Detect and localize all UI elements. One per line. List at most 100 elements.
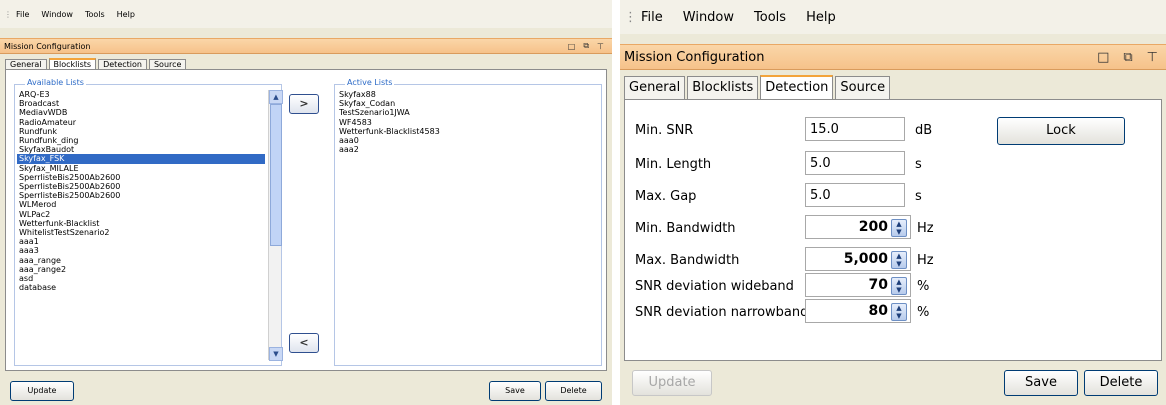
active-list-item[interactable]: aaa2 bbox=[337, 145, 587, 154]
available-list-item[interactable]: SperrlisteBis2500Ab2600 bbox=[17, 191, 265, 200]
snr-dev-narrowband-label: SNR deviation narrowband bbox=[635, 305, 809, 320]
available-list-item[interactable]: Skyfax_FSK bbox=[17, 154, 265, 164]
available-list-item[interactable]: asd bbox=[17, 274, 265, 283]
min-snr-field[interactable]: 15.0 bbox=[805, 117, 905, 141]
available-list-item[interactable]: SperrlisteBis2500Ab2600 bbox=[17, 182, 265, 191]
spinner-arrows-icon[interactable]: ▲ ▼ bbox=[891, 303, 907, 321]
scroll-up-icon[interactable]: ▲ bbox=[269, 90, 283, 104]
save-label: Save bbox=[1025, 375, 1057, 390]
pin-icon[interactable]: ⊤ bbox=[1147, 50, 1158, 65]
spinner-arrows-icon[interactable]: ▲ ▼ bbox=[891, 251, 907, 269]
available-list-item[interactable]: Rundfunk bbox=[17, 127, 265, 136]
menu-file[interactable]: File bbox=[641, 10, 663, 25]
available-list-item[interactable]: SperrlisteBis2500Ab2600 bbox=[17, 173, 265, 182]
spinner-arrows-icon[interactable]: ▲ ▼ bbox=[891, 219, 907, 237]
delete-button[interactable]: Delete bbox=[545, 381, 602, 401]
update-button[interactable]: Update bbox=[10, 381, 74, 401]
max-gap-field[interactable]: 5.0 bbox=[805, 183, 905, 207]
available-lists-group: Available Lists ARQ-E3 Broadcast MediavWDB… bbox=[14, 78, 283, 366]
add-to-active-button[interactable]: > bbox=[289, 94, 319, 114]
tab-general[interactable]: General bbox=[5, 59, 47, 69]
max-bandwidth-spinner[interactable]: 5,000 ▲ ▼ bbox=[805, 247, 911, 271]
available-list-item[interactable]: WhitelistTestSzenario2 bbox=[17, 228, 265, 237]
scroll-down-icon[interactable]: ▼ bbox=[269, 347, 283, 361]
scroll-thumb[interactable] bbox=[270, 104, 282, 246]
max-bandwidth-unit: Hz bbox=[917, 253, 934, 268]
pin-icon[interactable]: ⊤ bbox=[597, 42, 604, 51]
menu-tools[interactable]: Tools bbox=[754, 10, 786, 25]
active-list-item[interactable]: Skyfax88 bbox=[337, 90, 587, 99]
maximize-icon[interactable]: □ bbox=[1097, 50, 1109, 65]
restore-icon[interactable]: ⧉ bbox=[583, 41, 589, 51]
active-list-item[interactable]: aaa0 bbox=[337, 136, 587, 145]
maximize-icon[interactable]: □ bbox=[568, 42, 576, 51]
max-bandwidth-value: 5,000 bbox=[843, 251, 888, 267]
restore-icon[interactable]: ⧉ bbox=[1123, 50, 1132, 65]
lock-button[interactable]: Lock bbox=[997, 117, 1125, 145]
available-list-item[interactable]: Skyfax_MILALE bbox=[17, 164, 265, 173]
min-snr-label: Min. SNR bbox=[635, 123, 694, 138]
menu-help[interactable]: Help bbox=[806, 10, 836, 25]
tab-blocklists[interactable]: Blocklists bbox=[687, 76, 759, 99]
available-lists[interactable]: ARQ-E3 Broadcast MediavWDB RadioAmateur Rund… bbox=[17, 90, 265, 292]
min-length-field[interactable]: 5.0 bbox=[805, 151, 905, 175]
tab-bar: General Blocklists Detection Source bbox=[624, 75, 1166, 99]
snr-dev-wideband-label: SNR deviation wideband bbox=[635, 279, 794, 294]
available-scrollbar[interactable]: ▲ ▼ bbox=[268, 90, 283, 361]
max-bandwidth-label: Max. Bandwidth bbox=[635, 253, 740, 268]
right-window: ⋮ File Window Tools Help Mission Configu… bbox=[620, 0, 1166, 405]
available-list-item[interactable]: Broadcast bbox=[17, 99, 265, 108]
active-lists[interactable]: Skyfax88 Skyfax_Codan TestSzenario1JWA WF45… bbox=[337, 90, 587, 154]
available-list-item[interactable]: database bbox=[17, 283, 265, 292]
available-list-item[interactable]: aaa_range bbox=[17, 256, 265, 265]
available-list-item[interactable]: SkyfaxBaudot bbox=[17, 145, 265, 154]
menu-tools[interactable]: Tools bbox=[85, 10, 105, 19]
active-list-item[interactable]: TestSzenario1JWA bbox=[337, 108, 587, 117]
spinner-arrows-icon[interactable]: ▲ ▼ bbox=[891, 277, 907, 295]
min-length-unit: s bbox=[915, 157, 922, 172]
available-list-item[interactable]: RadioAmateur bbox=[17, 118, 265, 127]
tab-detection[interactable]: Detection bbox=[760, 75, 834, 99]
save-button[interactable]: Save bbox=[489, 381, 541, 401]
tab-source[interactable]: Source bbox=[148, 59, 187, 69]
window-title: Mission Configuration bbox=[624, 49, 765, 65]
active-list-item[interactable]: WF4583 bbox=[337, 118, 587, 127]
menu-file[interactable]: File bbox=[16, 10, 29, 19]
tab-general[interactable]: General bbox=[624, 76, 686, 99]
delete-button[interactable]: Delete bbox=[1084, 370, 1158, 396]
snr-dev-wideband-spinner[interactable]: 70 ▲ ▼ bbox=[805, 273, 911, 297]
available-list-item[interactable]: aaa3 bbox=[17, 246, 265, 255]
left-window: ⋮ File Window Tools Help Mission Configu… bbox=[0, 0, 612, 405]
active-list-item[interactable]: Wetterfunk-Blacklist4583 bbox=[337, 127, 587, 136]
update-button[interactable]: Update bbox=[632, 370, 712, 396]
available-list-item[interactable]: WLMerod bbox=[17, 200, 265, 209]
available-list-item[interactable]: Wetterfunk-Blacklist bbox=[17, 219, 265, 228]
tab-blocklists[interactable]: Blocklists bbox=[48, 58, 97, 69]
menu-help[interactable]: Help bbox=[117, 10, 135, 19]
available-list-item[interactable]: Rundfunk_ding bbox=[17, 136, 265, 145]
tab-detection[interactable]: Detection bbox=[98, 59, 147, 69]
window-title-bar: Mission Configuration □ ⧉ ⊤ bbox=[620, 44, 1166, 70]
remove-from-active-button[interactable]: < bbox=[289, 333, 319, 353]
menu-window[interactable]: Window bbox=[683, 10, 734, 25]
tab-source[interactable]: Source bbox=[835, 76, 891, 99]
save-label: Save bbox=[505, 386, 525, 395]
menu-bar: ⋮ File Window Tools Help bbox=[0, 0, 612, 28]
available-list-item[interactable]: WLPac2 bbox=[17, 210, 265, 219]
min-bandwidth-spinner[interactable]: 200 ▲ ▼ bbox=[805, 215, 911, 239]
menu-window[interactable]: Window bbox=[41, 10, 73, 19]
lock-label: Lock bbox=[1046, 123, 1076, 138]
snr-dev-wideband-unit: % bbox=[917, 279, 930, 294]
snr-dev-narrowband-spinner[interactable]: 80 ▲ ▼ bbox=[805, 299, 911, 323]
active-list-item[interactable]: Skyfax_Codan bbox=[337, 99, 587, 108]
available-list-item[interactable]: MediavWDB bbox=[17, 108, 265, 117]
min-snr-unit: dB bbox=[915, 123, 933, 138]
save-button[interactable]: Save bbox=[1004, 370, 1078, 396]
available-list-item[interactable]: ARQ-E3 bbox=[17, 90, 265, 99]
available-list-item[interactable]: aaa_range2 bbox=[17, 265, 265, 274]
detection-content: Min. SNR 15.0 dB Lock Min. Length 5.0 s … bbox=[624, 99, 1162, 361]
max-gap-unit: s bbox=[915, 189, 922, 204]
available-list-item[interactable]: aaa1 bbox=[17, 237, 265, 246]
active-lists-group: Active Lists Skyfax88 Skyfax_Codan TestSze… bbox=[334, 78, 602, 366]
menu-grip: ⋮ bbox=[624, 9, 637, 25]
